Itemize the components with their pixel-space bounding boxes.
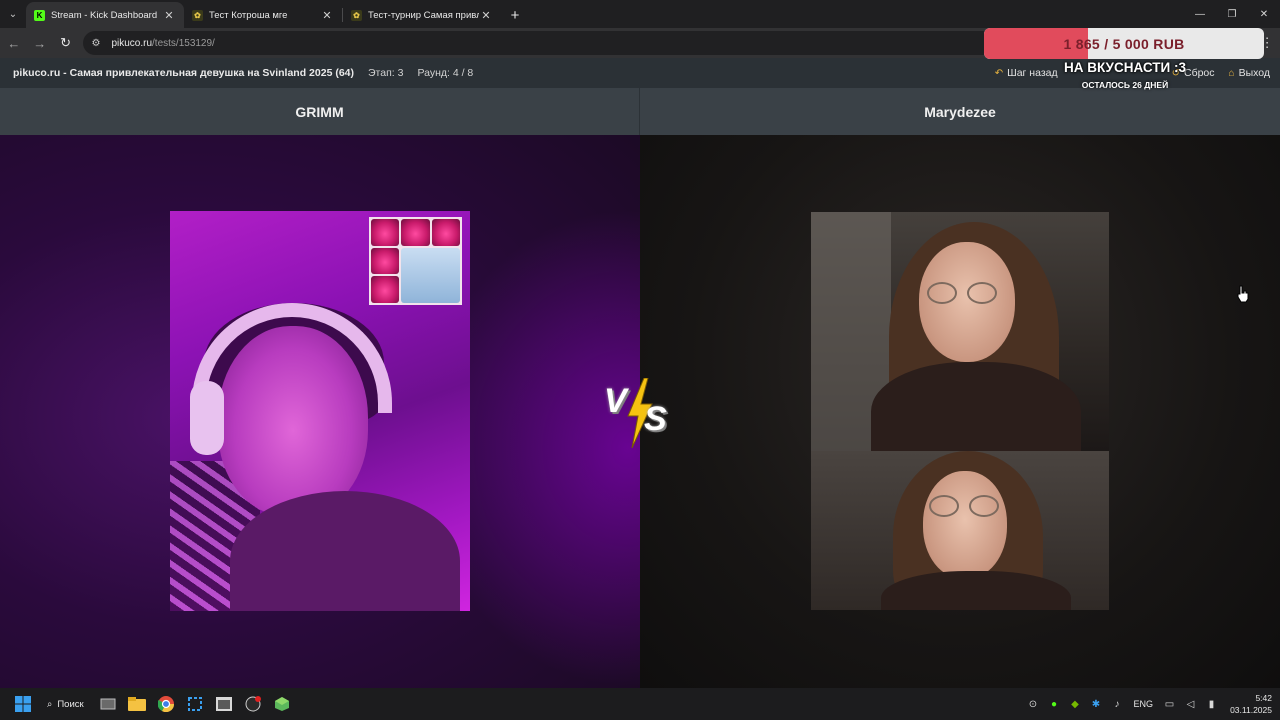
- kick-tray-icon[interactable]: ●: [1043, 699, 1064, 710]
- nvidia-tray-icon[interactable]: ◆: [1064, 699, 1085, 710]
- contestant-left-card[interactable]: GRIMM: [0, 88, 640, 688]
- obs-icon[interactable]: [239, 688, 268, 720]
- snipping-tool-icon[interactable]: [181, 688, 210, 720]
- photo-inset-collage: [369, 217, 462, 305]
- kick-icon: K: [34, 9, 45, 21]
- battery-icon[interactable]: ▮: [1201, 699, 1222, 710]
- collage-cell: [401, 219, 430, 246]
- restore-icon[interactable]: ❐: [1216, 0, 1248, 28]
- tab-title: Тест Котроша мге: [209, 9, 288, 21]
- vs-letter-s: S: [644, 400, 667, 438]
- new-tab-button[interactable]: +: [501, 2, 529, 28]
- close-icon[interactable]: ✕: [320, 9, 334, 22]
- tab-title: Stream - Kick Dashboard: [51, 9, 158, 21]
- pikuco-icon: ✿: [351, 9, 362, 21]
- volume-icon[interactable]: ◁: [1180, 699, 1201, 710]
- contestant-left-name: GRIMM: [0, 88, 640, 135]
- forward-arrow-icon[interactable]: →: [28, 31, 52, 55]
- close-icon[interactable]: ✕: [162, 9, 176, 22]
- tab-search-chevron-icon[interactable]: ⌄: [0, 0, 26, 28]
- stage-label: Этап: 3: [368, 67, 404, 79]
- browser-tab-tournament[interactable]: ✿ Тест-турнир Самая привлекат ✕: [343, 2, 501, 28]
- photo-shirt: [871, 362, 1081, 451]
- photo-glasses: [929, 495, 999, 517]
- minecraft-icon[interactable]: [268, 688, 297, 720]
- clock-time: 5:42: [1255, 693, 1272, 703]
- reload-icon[interactable]: ↻: [54, 31, 78, 55]
- home-icon: ⌂: [1228, 67, 1235, 79]
- photo-earcup: [190, 381, 224, 455]
- browser-tab-strip: ⌄ K Stream - Kick Dashboard ✕ ✿ Тест Кот…: [0, 0, 1280, 28]
- search-icon: ⌕: [47, 698, 53, 710]
- contestant-right-photo-top: [811, 212, 1109, 451]
- chrome-icon[interactable]: [152, 688, 181, 720]
- file-explorer-icon[interactable]: [123, 688, 152, 720]
- collage-cell: [371, 276, 400, 303]
- app-window-icon[interactable]: [210, 688, 239, 720]
- browser-tab-kotrosha[interactable]: ✿ Тест Котроша мге ✕: [184, 2, 342, 28]
- window-controls: — ❐ ✕: [1184, 0, 1280, 28]
- windows-start-icon[interactable]: [8, 688, 37, 720]
- taskbar-search-label: Поиск: [57, 698, 84, 710]
- donation-goal-subtitle: ОСТАЛОСЬ 26 ДНЕЙ: [1081, 80, 1169, 90]
- microphone-icon[interactable]: ♪: [1106, 699, 1127, 710]
- close-window-icon[interactable]: ✕: [1248, 0, 1280, 28]
- contestant-right-card[interactable]: Marydezee: [640, 88, 1280, 688]
- language-indicator[interactable]: ENG: [1133, 699, 1153, 709]
- undo-icon: ↶: [994, 67, 1004, 79]
- donation-goal-bar: 1 865 / 5 000 RUB: [984, 28, 1264, 59]
- close-icon[interactable]: ✕: [479, 9, 493, 22]
- browser-tab-kick[interactable]: K Stream - Kick Dashboard ✕: [26, 2, 184, 28]
- collage-cell: [401, 247, 460, 303]
- page-title: pikuco.ru - Самая привлекательная девушк…: [13, 67, 354, 79]
- photo-glasses: [927, 282, 997, 304]
- donation-goal-title: НА ВКУСНАСТИ :3: [1063, 60, 1186, 75]
- display-icon[interactable]: ▭: [1159, 699, 1180, 710]
- clock-date: 03.11.2025: [1230, 705, 1272, 715]
- collage-cell: [371, 247, 400, 275]
- hand-cursor-icon: [1237, 285, 1249, 303]
- contestant-right-photo-bottom: [811, 451, 1109, 610]
- steam-tray-icon[interactable]: ⊙: [1022, 699, 1043, 710]
- system-tray: ⊙ ● ◆ ✱ ♪ ENG ▭ ◁ ▮ 5:42 03.11.2025: [1022, 692, 1280, 716]
- taskbar-search[interactable]: ⌕ Поиск: [37, 692, 94, 716]
- url-path: /tests/153129/: [152, 37, 215, 49]
- exit-button[interactable]: ⌂ Выход: [1229, 67, 1270, 79]
- site-info-icon[interactable]: ⚙: [91, 38, 105, 49]
- url-host: pikuco.ru: [111, 37, 153, 49]
- exit-label: Выход: [1238, 67, 1270, 79]
- donation-amount: 1 865 / 5 000 RUB: [1063, 35, 1185, 52]
- photo-face: [923, 471, 1007, 579]
- minimize-icon[interactable]: —: [1184, 0, 1216, 28]
- back-arrow-icon[interactable]: ←: [2, 31, 26, 55]
- vs-badge: V S: [600, 378, 680, 448]
- task-view-icon[interactable]: [94, 688, 123, 720]
- collage-cell: [371, 219, 400, 246]
- clock[interactable]: 5:42 03.11.2025: [1228, 692, 1272, 716]
- contestant-left-photo: [170, 211, 470, 611]
- contestant-right-name: Marydezee: [640, 88, 1280, 135]
- pikuco-icon: ✿: [192, 9, 203, 21]
- round-label: Раунд: 4 / 8: [417, 67, 474, 79]
- bluetooth-icon[interactable]: ✱: [1085, 699, 1106, 710]
- tab-title: Тест-турнир Самая привлекат: [368, 9, 479, 21]
- collage-cell: [431, 219, 460, 246]
- windows-taskbar: ⌕ Поиск ⊙ ● ◆ ✱ ♪ ENG ▭ ◁ ▮ 5:42 03.11.2…: [0, 688, 1280, 720]
